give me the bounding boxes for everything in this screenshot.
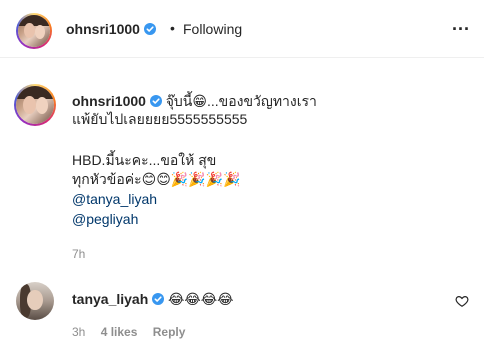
post-header: ohnsri1000 • Following ... xyxy=(0,0,484,58)
caption-avatar[interactable] xyxy=(14,84,56,126)
mention-pegliyah[interactable]: @pegliyah xyxy=(72,210,138,228)
header-avatar[interactable] xyxy=(16,13,52,49)
caption-text-line2: แพ้ยับไปเลยยยย5555555555 xyxy=(72,111,248,127)
header-username-row[interactable]: ohnsri1000 xyxy=(66,21,156,37)
comment-avatar[interactable] xyxy=(16,282,54,320)
comment-row: tanya_liyah 😂😂😂😂 xyxy=(72,290,233,308)
caption-text-line1: จุ๊บนี้😁...ของขวัญทางเรา xyxy=(165,93,317,109)
mention-tanya-liyah[interactable]: @tanya_liyah xyxy=(72,190,157,208)
caption-username[interactable]: ohnsri1000 xyxy=(72,93,146,109)
caption-timestamp[interactable]: 7h xyxy=(72,247,85,261)
reply-button[interactable]: Reply xyxy=(153,325,186,339)
heart-icon[interactable] xyxy=(455,294,469,308)
verified-badge-icon xyxy=(152,293,165,305)
comment-text: 😂😂😂😂 xyxy=(168,291,234,307)
following-button[interactable]: Following xyxy=(183,21,242,37)
verified-badge-icon xyxy=(149,95,162,107)
comment-timestamp[interactable]: 3h xyxy=(72,325,85,339)
more-options-icon[interactable]: ... xyxy=(452,14,470,35)
caption-first-line: ohnsri1000 จุ๊บนี้😁...ของขวัญทางเรา xyxy=(72,92,317,110)
comment-likes[interactable]: 4 likes xyxy=(101,325,138,339)
caption-text-line3: HBD.มี้นะคะ...ขอให้ สุข xyxy=(72,152,217,168)
header-separator: • xyxy=(170,20,175,36)
caption-text-line4: ทุกหัวข้อค่ะ😊😊🎉🎉🎉🎉 xyxy=(72,171,241,187)
header-username[interactable]: ohnsri1000 xyxy=(66,21,140,37)
verified-badge-icon xyxy=(143,23,156,35)
comment-meta: 3h 4 likes Reply xyxy=(72,325,197,339)
comment-username[interactable]: tanya_liyah xyxy=(72,291,148,307)
